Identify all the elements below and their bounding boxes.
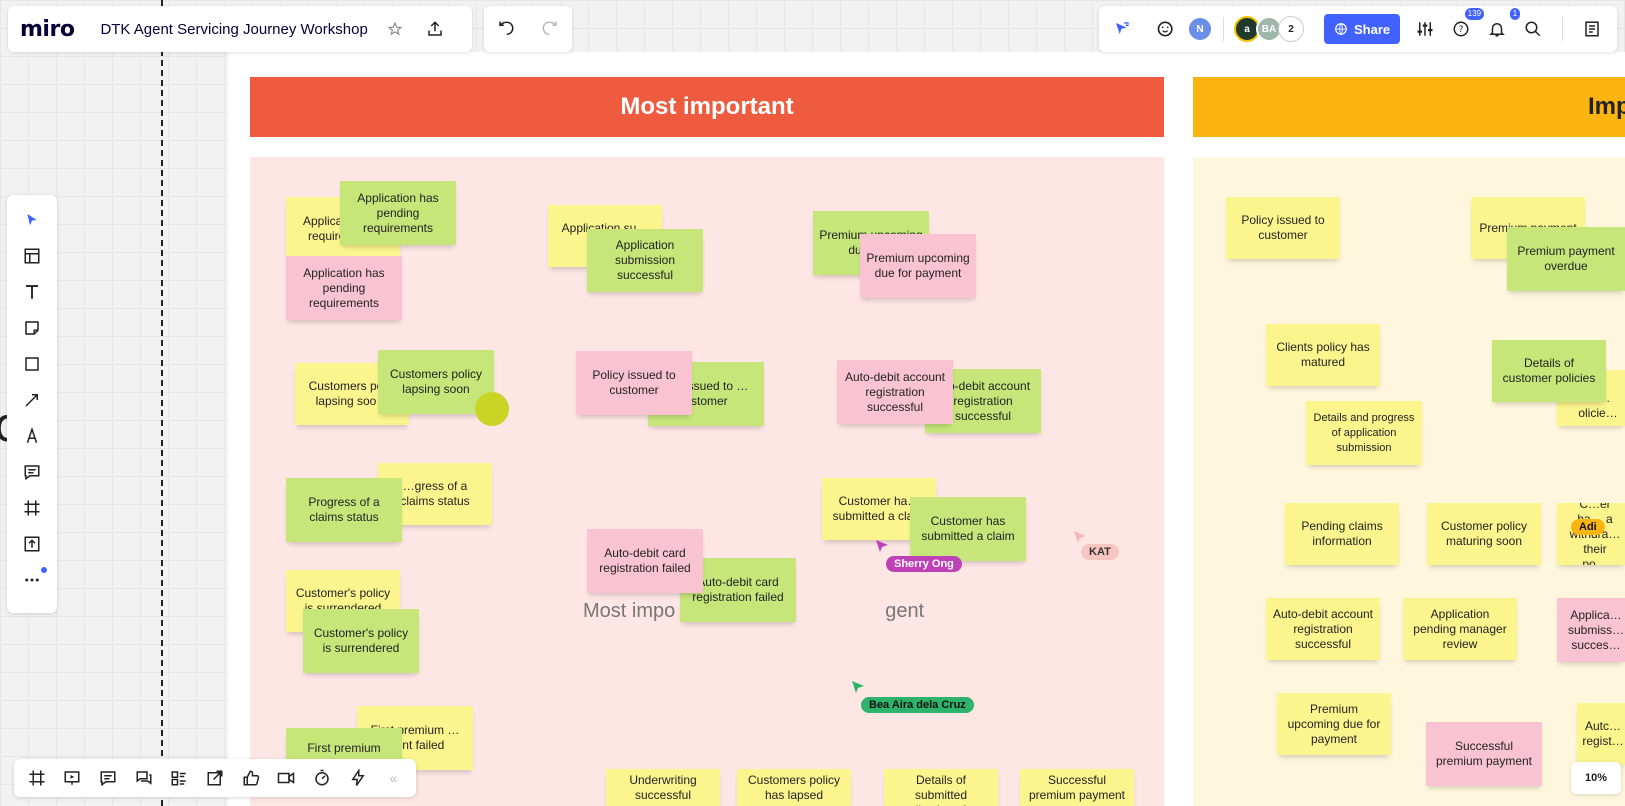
section-header-important[interactable]: Imp: [1193, 77, 1625, 137]
settings-sliders-icon[interactable]: [1410, 14, 1440, 44]
sticky-note[interactable]: Underwriting successful: [606, 769, 720, 806]
sticky-note[interactable]: Pending claims information: [1285, 503, 1399, 565]
undo-icon[interactable]: [491, 14, 521, 44]
sticky-note[interactable]: Applica… submiss… succes…: [1557, 598, 1625, 662]
collaboration-bar: N a BA 2 Share ? 139 1: [1099, 6, 1617, 52]
section-header-most-important[interactable]: Most important: [250, 77, 1164, 137]
sticky-note[interactable]: Clients policy has matured: [1266, 324, 1380, 386]
share-label: Share: [1354, 21, 1391, 37]
cards-icon[interactable]: [163, 763, 197, 793]
miro-logo[interactable]: miro: [20, 17, 75, 42]
pen-tool-icon[interactable]: [15, 421, 49, 451]
sticky-note[interactable]: Premium upcoming due for payment: [1277, 693, 1391, 755]
sticky-note[interactable]: Auto-debit account registration successf…: [837, 360, 953, 424]
sticky-note[interactable]: Application has pending requirements: [286, 256, 402, 320]
globe-icon: [1335, 23, 1347, 35]
reactions-icon[interactable]: [1151, 14, 1181, 44]
frame-tool-icon[interactable]: [15, 493, 49, 523]
cursor-arrow-icon: [876, 540, 888, 552]
upload-tool-icon[interactable]: [15, 529, 49, 559]
shape-tool-icon[interactable]: [15, 349, 49, 379]
new-indicator-dot: [41, 567, 47, 573]
notification-badge: 1: [1509, 8, 1521, 20]
chat-icon[interactable]: [127, 763, 161, 793]
more-tools-icon[interactable]: [15, 565, 49, 595]
board-title[interactable]: DTK Agent Servicing Journey Workshop: [100, 21, 367, 38]
sticky-note[interactable]: Premium upcoming due for payment: [860, 234, 976, 298]
comment-icon[interactable]: [15, 457, 49, 487]
star-icon[interactable]: [380, 14, 410, 44]
sticky-note[interactable]: Policy issued to customer: [576, 351, 692, 415]
cursor-filter-icon[interactable]: [1107, 14, 1137, 44]
sticky-note[interactable]: Successful premium payment: [1426, 722, 1542, 786]
cursor-label: Bea Aira dela Cruz: [861, 697, 974, 713]
cursor-label: Sherry Ong: [886, 556, 962, 572]
cursor-label: Adi: [1571, 519, 1605, 535]
sticky-note[interactable]: Application has pending requirements: [340, 181, 456, 245]
color-dot-marker[interactable]: [475, 392, 509, 426]
frame-boundary-line: [161, 0, 163, 806]
bell-icon[interactable]: 1: [1482, 8, 1521, 44]
sticky-note[interactable]: Customer's policy is surrendered: [303, 609, 419, 673]
sticky-note[interactable]: Progress of a claims status: [286, 478, 402, 542]
sticky-note[interactable]: Details and progress of application subm…: [1306, 401, 1422, 465]
sticky-note[interactable]: Application submission successful: [587, 229, 703, 292]
creation-toolbar: [7, 195, 57, 613]
frames-icon[interactable]: [20, 763, 54, 793]
video-call-icon[interactable]: [269, 763, 303, 793]
templates-icon[interactable]: [15, 241, 49, 271]
sticky-note[interactable]: Details of submitted applications for a: [884, 769, 998, 806]
select-cursor-icon[interactable]: [15, 205, 49, 235]
sticky-note[interactable]: Successful premium payment: [1020, 769, 1134, 806]
search-icon[interactable]: [1518, 14, 1548, 44]
text-tool-icon[interactable]: [15, 277, 49, 307]
participant-count[interactable]: 2: [1278, 16, 1304, 42]
share-button[interactable]: Share: [1324, 14, 1401, 44]
sticky-note[interactable]: Auto-debit account registration successf…: [1266, 598, 1380, 660]
sticky-note[interactable]: Premium payment overdue: [1507, 227, 1625, 291]
sticky-note[interactable]: Autc… regist…: [1577, 703, 1625, 765]
sticky-note-icon[interactable]: [15, 313, 49, 343]
sticky-note[interactable]: Auto-debit card registration failed: [587, 529, 703, 593]
voting-icon[interactable]: [234, 763, 268, 793]
zoom-level[interactable]: 10%: [1571, 762, 1621, 794]
comments-panel-icon[interactable]: [91, 763, 125, 793]
sticky-note[interactable]: Application pending manager review: [1403, 598, 1517, 660]
presentation-icon[interactable]: [56, 763, 90, 793]
sticky-note[interactable]: Customers policy has lapsed: [737, 769, 851, 806]
avatar[interactable]: N: [1187, 16, 1213, 42]
connection-line-icon[interactable]: [15, 385, 49, 415]
upload-icon[interactable]: [420, 14, 450, 44]
cursor-arrow-icon: [852, 681, 864, 693]
timer-icon[interactable]: [305, 763, 339, 793]
redo-icon[interactable]: [535, 14, 565, 44]
svg-text:?: ?: [1459, 25, 1464, 35]
cursor-arrow-icon: [1074, 531, 1086, 543]
sticky-note[interactable]: Customer has submitted a claim: [910, 497, 1026, 561]
collaboration-toolbar: «: [14, 759, 416, 797]
sticky-note[interactable]: Policy issued to customer: [1226, 197, 1340, 259]
board-menu-icon[interactable]: [1577, 14, 1607, 44]
cursor-label: KAT: [1081, 544, 1119, 560]
help-icon[interactable]: ? 139: [1446, 8, 1485, 44]
share-screen-icon[interactable]: [198, 763, 232, 793]
collapse-toolbar-icon[interactable]: «: [376, 763, 410, 793]
undo-redo-bar: [484, 6, 572, 52]
sticky-note[interactable]: Details of customer policies: [1492, 340, 1606, 402]
sticky-note[interactable]: Customer policy maturing soon: [1427, 503, 1541, 565]
lightning-icon[interactable]: [341, 763, 375, 793]
board-title-bar: miro DTK Agent Servicing Journey Worksho…: [8, 6, 472, 52]
